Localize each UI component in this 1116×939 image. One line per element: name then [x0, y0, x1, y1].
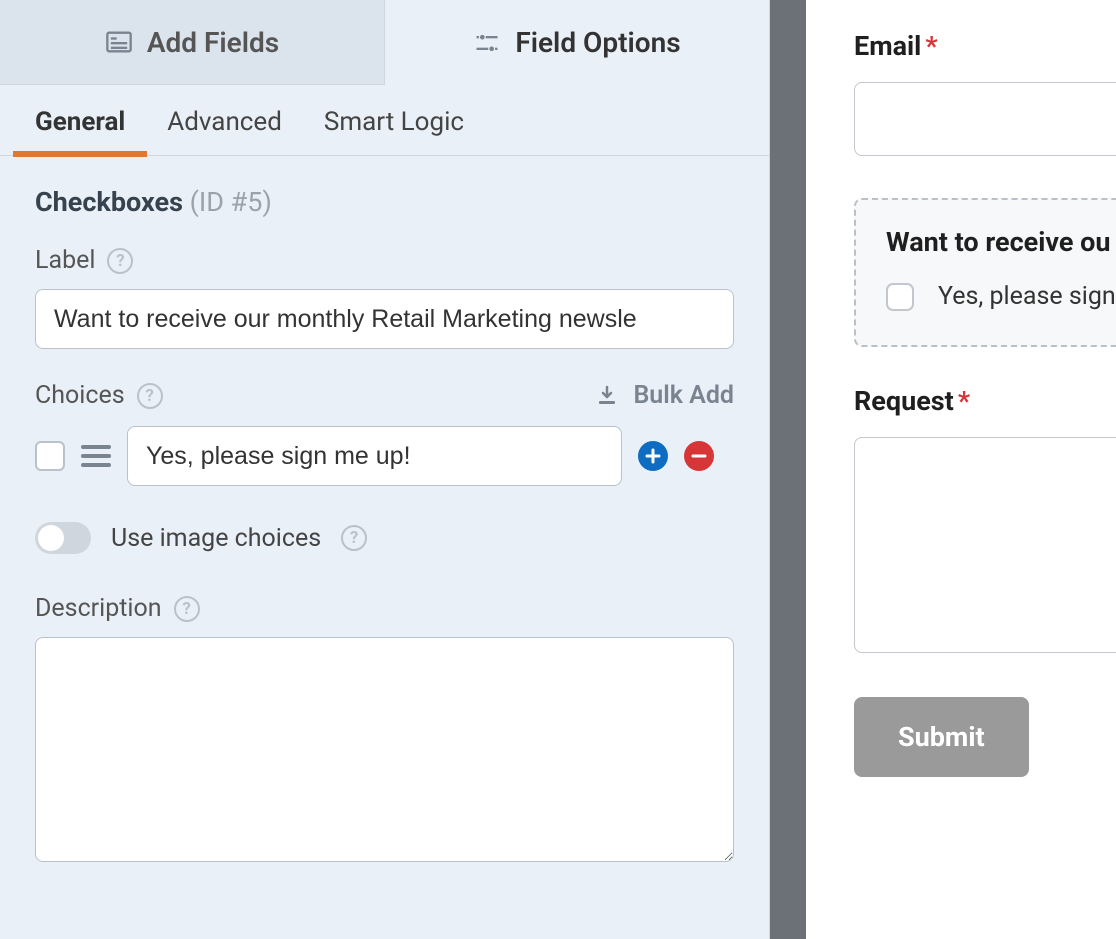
bulk-add-button[interactable]: Bulk Add — [595, 381, 734, 410]
help-icon[interactable]: ? — [174, 596, 200, 622]
selected-field-preview[interactable]: Want to receive ou Yes, please sign — [854, 198, 1116, 347]
description-label: Description — [35, 594, 162, 623]
sub-tab-advanced[interactable]: Advanced — [167, 107, 282, 155]
field-type-label: Checkboxes — [35, 186, 183, 218]
sub-tabs: General Advanced Smart Logic — [0, 85, 769, 156]
label-text: Label — [35, 246, 95, 275]
preview-email-input[interactable] — [854, 82, 1116, 156]
choices-label-row: Choices ? — [35, 381, 163, 410]
tab-field-options[interactable]: Field Options — [384, 0, 769, 85]
required-asterisk: * — [925, 30, 937, 62]
help-icon[interactable]: ? — [107, 248, 133, 274]
list-icon — [105, 28, 133, 56]
remove-choice-button[interactable] — [684, 441, 714, 471]
panel-divider — [770, 0, 806, 939]
plus-icon — [645, 448, 661, 464]
preview-request-label: Request* — [854, 385, 1116, 417]
description-textarea[interactable] — [35, 637, 734, 862]
required-asterisk: * — [958, 385, 970, 417]
toggle-knob — [38, 525, 64, 551]
submit-button[interactable]: Submit — [854, 697, 1029, 777]
preview-request-textarea[interactable] — [854, 437, 1116, 653]
image-choices-label: Use image choices — [111, 524, 321, 553]
choice-text-input[interactable] — [127, 426, 622, 486]
description-section-header: Description ? — [35, 594, 734, 623]
selected-field-title: Want to receive ou — [886, 226, 1116, 258]
drag-handle-icon[interactable] — [81, 445, 111, 467]
preview-checkbox[interactable] — [886, 283, 914, 311]
tab-field-options-label: Field Options — [515, 26, 680, 59]
sub-tab-smart-logic[interactable]: Smart Logic — [324, 107, 464, 155]
help-icon[interactable]: ? — [137, 383, 163, 409]
form-preview-panel: Email* Want to receive ou Yes, please si… — [806, 0, 1116, 939]
tab-add-fields-label: Add Fields — [147, 26, 279, 59]
bulk-add-label: Bulk Add — [633, 381, 734, 410]
sliders-icon — [473, 29, 501, 57]
field-options-panel: Add Fields Field Options General Advance… — [0, 0, 770, 939]
submit-button-label: Submit — [898, 721, 985, 753]
choices-header: Choices ? Bulk Add — [35, 381, 734, 410]
help-icon[interactable]: ? — [341, 525, 367, 551]
minus-icon — [691, 448, 707, 464]
top-tabs: Add Fields Field Options — [0, 0, 769, 85]
preview-choice-row: Yes, please sign — [886, 282, 1116, 311]
add-choice-button[interactable] — [638, 441, 668, 471]
options-content: Checkboxes (ID #5) Label ? Choices ? Bul… — [0, 156, 769, 866]
choice-row — [35, 426, 734, 486]
image-choices-toggle[interactable] — [35, 522, 91, 554]
download-icon — [595, 384, 619, 408]
field-id-label: (ID #5) — [190, 186, 272, 218]
choices-label: Choices — [35, 381, 125, 410]
label-section-header: Label ? — [35, 246, 734, 275]
sub-tab-general[interactable]: General — [35, 107, 125, 155]
label-input[interactable] — [35, 289, 734, 349]
image-choices-row: Use image choices ? — [35, 522, 734, 554]
preview-choice-label: Yes, please sign — [938, 282, 1116, 311]
preview-email-label: Email* — [854, 30, 1116, 62]
tab-add-fields[interactable]: Add Fields — [0, 0, 384, 85]
field-title: Checkboxes (ID #5) — [35, 186, 734, 218]
choice-default-checkbox[interactable] — [35, 441, 65, 471]
